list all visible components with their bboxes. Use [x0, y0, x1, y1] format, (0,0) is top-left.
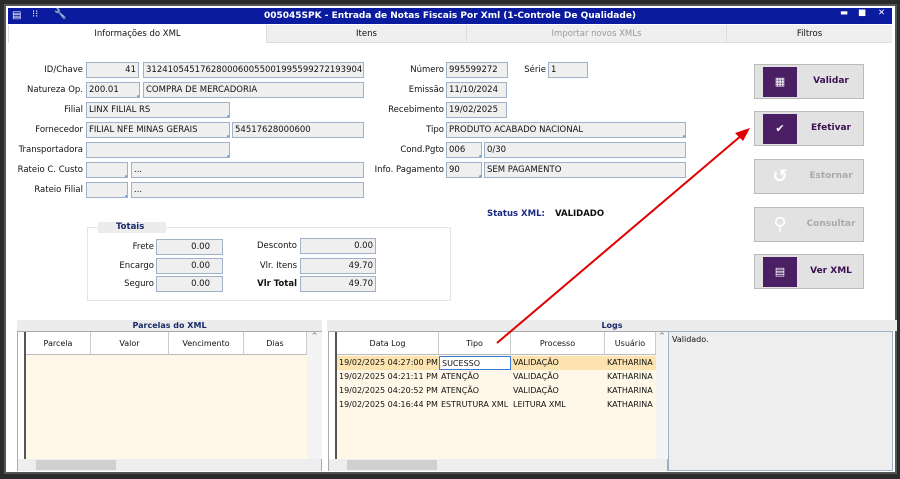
annotation-arrow	[496, 128, 750, 344]
